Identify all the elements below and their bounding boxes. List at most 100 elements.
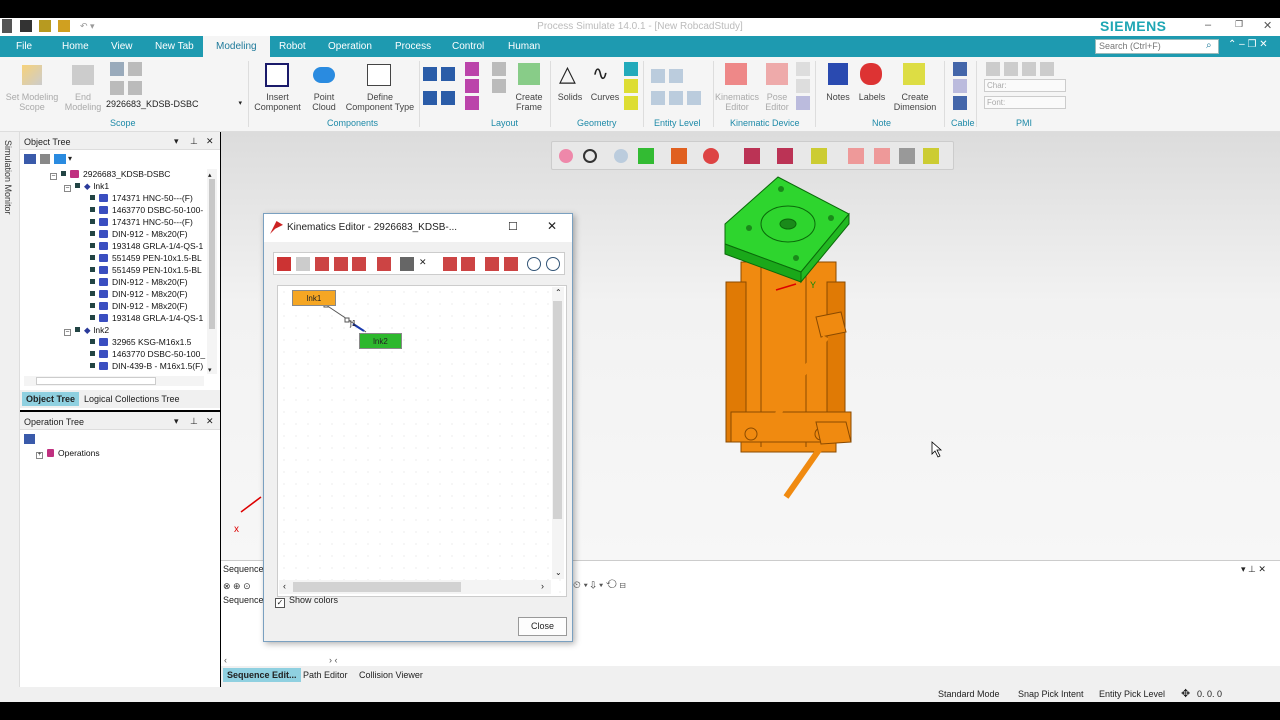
- tab-collision-viewer[interactable]: Collision Viewer: [355, 668, 427, 682]
- pin-icon[interactable]: ⊥: [190, 416, 198, 427]
- tree-item[interactable]: DIN-912 - M8x20(F): [90, 229, 188, 239]
- layout-tool-icon[interactable]: [492, 79, 506, 93]
- show-colors-checkbox[interactable]: ✓ Show colors: [275, 595, 338, 608]
- pin-icon[interactable]: ⊥: [190, 136, 198, 147]
- joint-tool-icon[interactable]: [352, 257, 366, 271]
- scope-tool-icon[interactable]: [110, 62, 124, 76]
- link-node-lnk2[interactable]: lnk2: [359, 333, 402, 349]
- tab-new-tab[interactable]: New Tab: [155, 41, 194, 52]
- collapse-icon[interactable]: –: [50, 173, 57, 180]
- display-icon[interactable]: [703, 148, 719, 164]
- pmi-tool-icon[interactable]: [1022, 62, 1036, 76]
- scroll-left-icon[interactable]: ‹: [224, 655, 227, 665]
- tree-tool-icon[interactable]: [24, 154, 36, 164]
- layout-tool-icon[interactable]: [465, 79, 479, 93]
- chevron-down-icon[interactable]: ▾: [68, 154, 72, 163]
- labels-button[interactable]: Labels: [856, 92, 888, 102]
- status-snap[interactable]: Snap Pick Intent: [1018, 689, 1084, 699]
- tree-item[interactable]: 551459 PEN-10x1.5-BL: [90, 265, 202, 275]
- panel-menu-icon[interactable]: ▾: [174, 416, 179, 427]
- layout-tool-icon[interactable]: [441, 91, 455, 105]
- ribbon-collapse-icon[interactable]: ⌃ – ❐ ✕: [1228, 39, 1268, 50]
- geometry-tool-icon[interactable]: [624, 96, 638, 110]
- hscroll-thumb[interactable]: [293, 582, 461, 592]
- layout-tool-icon[interactable]: [465, 62, 479, 76]
- panel-menu-icon[interactable]: ▾: [174, 136, 179, 147]
- tree-item[interactable]: 193148 GRLA-1/4-QS-1: [90, 313, 203, 323]
- entity-tool-icon[interactable]: [687, 91, 701, 105]
- tree-node-operations[interactable]: + Operations: [36, 448, 100, 459]
- entity-tool-icon[interactable]: [651, 91, 665, 105]
- tab-human[interactable]: Human: [508, 41, 540, 52]
- scope-tool-icon[interactable]: [110, 81, 124, 95]
- lock-joint-icon[interactable]: [485, 257, 499, 271]
- dependency-icon[interactable]: [504, 257, 518, 271]
- close-icon[interactable]: ✕: [206, 416, 214, 427]
- layout-tool-icon[interactable]: [492, 62, 506, 76]
- maximize-icon[interactable]: ☐: [508, 220, 518, 233]
- canvas-hscrollbar[interactable]: ‹ ›: [279, 580, 551, 594]
- render-mode-icon[interactable]: [671, 148, 687, 164]
- status-entity-level[interactable]: Entity Pick Level: [1099, 689, 1165, 699]
- pmi-tool-icon[interactable]: [986, 62, 1000, 76]
- tree-node-lnk1[interactable]: – ◆ lnk1: [64, 181, 109, 192]
- tree-tool-icon[interactable]: [54, 154, 66, 164]
- tab-logical-collections[interactable]: Logical Collections Tree: [80, 392, 184, 406]
- search-icon[interactable]: ⌕: [1206, 40, 1212, 51]
- scroll-down-icon[interactable]: ▾: [208, 366, 212, 374]
- scope-dropdown[interactable]: 2926683_KDSB-DSBC ▾: [106, 99, 244, 112]
- zoom-in-icon[interactable]: [527, 257, 541, 271]
- tool-frame-icon[interactable]: [443, 257, 457, 271]
- insert-component-button[interactable]: Insert Component: [250, 92, 305, 112]
- tree-hscrollbar[interactable]: [24, 376, 204, 386]
- scroll-left-icon[interactable]: ‹: [283, 581, 286, 591]
- status-mode[interactable]: Standard Mode: [938, 689, 1000, 699]
- set-modeling-scope-button[interactable]: Set Modeling Scope: [2, 92, 62, 112]
- kinematic-tool-icon[interactable]: [796, 96, 810, 110]
- point-cloud-button[interactable]: Point Cloud: [304, 92, 344, 112]
- panel-controls-icon[interactable]: ▾ ⊥ ✕: [1241, 564, 1266, 575]
- tree-item[interactable]: DIN-439-B - M16x1.5(F): [90, 361, 203, 371]
- layer-icon[interactable]: [777, 148, 793, 164]
- scroll-thumb[interactable]: [553, 301, 562, 519]
- crank-icon[interactable]: [377, 257, 391, 271]
- tree-root[interactable]: – 2926683_KDSB-DSBC: [50, 169, 170, 180]
- layout-tool-icon[interactable]: [423, 67, 437, 81]
- tab-home[interactable]: Home: [62, 41, 89, 52]
- restore-icon[interactable]: ❐: [1235, 19, 1243, 30]
- section-icon[interactable]: [744, 148, 760, 164]
- cable-tool-icon[interactable]: [953, 79, 967, 93]
- snap-icon[interactable]: [874, 148, 890, 164]
- end-modeling-button[interactable]: End Modeling: [62, 92, 104, 112]
- entity-tool-icon[interactable]: [669, 69, 683, 83]
- pmi-tool-icon[interactable]: [1040, 62, 1054, 76]
- link-node-lnk1[interactable]: lnk1: [292, 290, 336, 306]
- tree-item[interactable]: 1463770 DSBC-50-100-: [90, 205, 203, 215]
- sequence-controls-icon[interactable]: ⏲ ▾ ⇩ ▾ ⟲ ⊟: [573, 580, 626, 591]
- tree-item[interactable]: 193148 GRLA-1/4-QS-1: [90, 241, 203, 251]
- simulation-monitor-tab[interactable]: Simulation Monitor: [3, 140, 13, 215]
- pmi-char-select[interactable]: Char:: [984, 79, 1066, 92]
- joint-tool-icon[interactable]: [334, 257, 348, 271]
- layout-tool-icon[interactable]: [465, 96, 479, 110]
- tab-file[interactable]: File: [16, 41, 32, 52]
- edit-link-icon[interactable]: [296, 257, 310, 271]
- layout-tool-icon[interactable]: [441, 67, 455, 81]
- collapse-icon[interactable]: –: [64, 185, 71, 192]
- tree-tool-icon[interactable]: [24, 434, 35, 444]
- geometry-tool-icon[interactable]: [624, 62, 638, 76]
- pick-filter-icon[interactable]: [811, 148, 827, 164]
- entity-tool-icon[interactable]: [651, 69, 665, 83]
- search-input[interactable]: Search (Ctrl+F): [1095, 39, 1219, 54]
- scope-tool-icon[interactable]: [128, 81, 142, 95]
- pmi-font-select[interactable]: Font:: [984, 96, 1066, 109]
- pose-editor-button[interactable]: Pose Editor: [761, 92, 793, 112]
- tab-operation[interactable]: Operation: [328, 41, 372, 52]
- canvas-vscrollbar[interactable]: ⌃ ⌄: [552, 287, 564, 579]
- tree-item[interactable]: 551459 PEN-10x1.5-BL: [90, 253, 202, 263]
- cable-tool-icon[interactable]: [953, 62, 967, 76]
- collapse-icon[interactable]: –: [64, 329, 71, 336]
- create-joint-icon[interactable]: [315, 257, 329, 271]
- close-icon[interactable]: ✕: [206, 136, 214, 147]
- hscroll-thumb[interactable]: [36, 377, 156, 385]
